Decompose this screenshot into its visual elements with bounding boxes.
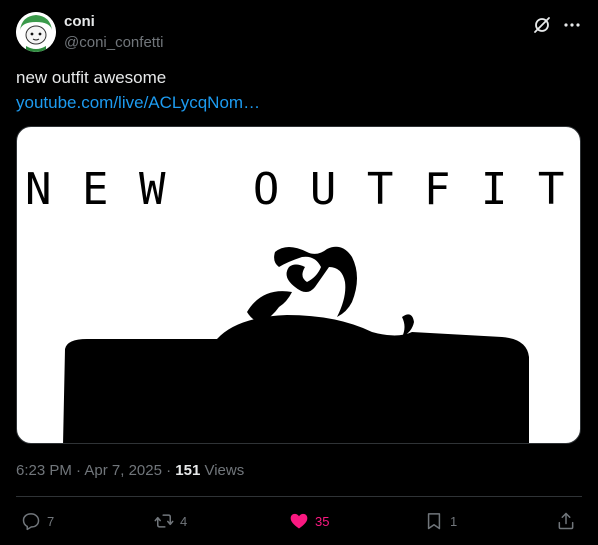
tweet: coni @coni_confetti new outfit awesome y… — [0, 0, 598, 545]
media-thumbnail[interactable]: N E W O U T F I T — [16, 126, 581, 444]
repost-button[interactable]: 4 — [154, 510, 187, 532]
share-button[interactable] — [556, 510, 576, 532]
reply-button[interactable]: 7 — [21, 510, 54, 532]
like-button[interactable]: 35 — [289, 510, 329, 532]
avatar-image — [16, 12, 56, 52]
avatar[interactable] — [16, 12, 56, 52]
reply-icon — [21, 511, 41, 531]
bookmark-button[interactable]: 1 — [424, 510, 457, 532]
meta-separator: · — [71, 462, 85, 479]
display-name[interactable]: coni — [64, 13, 95, 31]
like-count: 35 — [315, 513, 330, 529]
bookmark-count: 1 — [450, 513, 458, 529]
views-count: 151 — [175, 462, 201, 479]
media-art-silhouette — [63, 246, 529, 443]
repost-icon — [154, 511, 174, 531]
tweet-text: new outfit awesome — [16, 68, 167, 87]
divider — [16, 496, 582, 497]
views-label: Views — [200, 462, 245, 479]
more-icon[interactable] — [562, 15, 582, 35]
tweet-time[interactable]: 6:23 PM — [16, 462, 72, 479]
repost-count: 4 — [180, 513, 188, 529]
meta-separator: · — [161, 462, 176, 479]
reply-count: 7 — [47, 513, 55, 529]
tweet-link[interactable]: youtube.com/live/ACLycqNom… — [16, 93, 260, 113]
bookmark-icon — [424, 511, 444, 531]
tweet-meta: 6:23 PM · Apr 7, 2025 · 151 Views — [16, 462, 244, 480]
handle[interactable]: @coni_confetti — [64, 34, 163, 52]
heart-icon — [289, 511, 309, 531]
tweet-date[interactable]: Apr 7, 2025 — [84, 462, 162, 479]
share-icon — [556, 511, 576, 531]
grok-icon[interactable] — [532, 15, 552, 35]
